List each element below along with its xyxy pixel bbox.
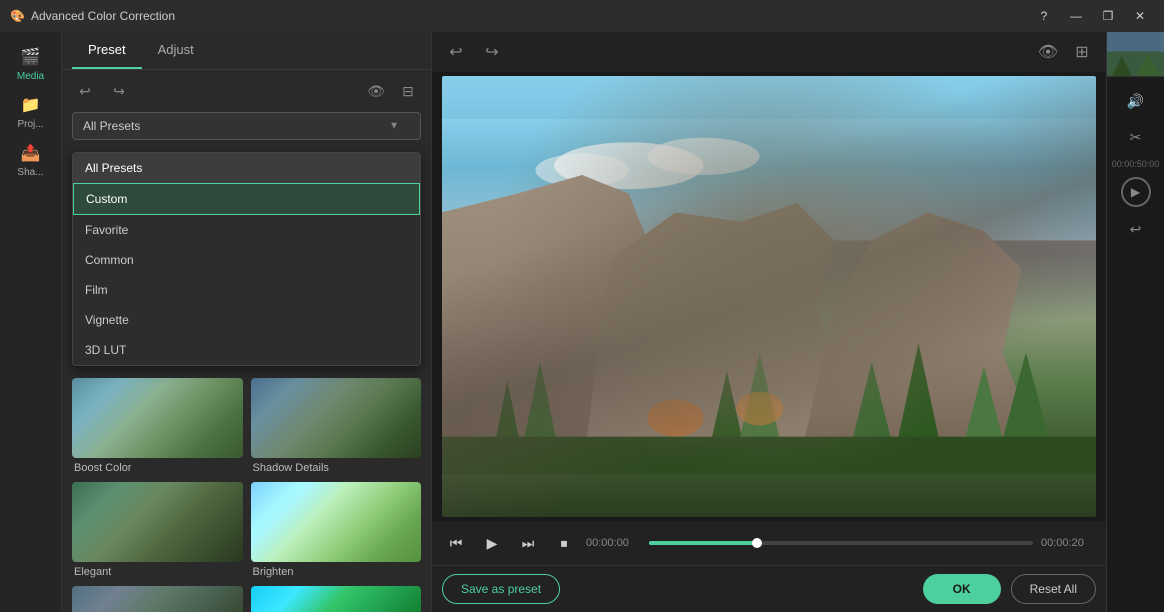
- preset-selector-area: All Presets ▼ All Presets Custom Favorit…: [62, 112, 431, 148]
- time-current: 00:00:00: [586, 537, 641, 549]
- media-icon: 🎬: [20, 46, 42, 68]
- tab-preset[interactable]: Preset: [72, 32, 142, 69]
- main-area: 🎬 Media 📁 Proj... 📤 Sha... Preset Adjust…: [0, 32, 1164, 612]
- action-bar-right: OK Reset All: [923, 574, 1096, 604]
- dropdown-option-3dlut[interactable]: 3D LUT: [73, 335, 420, 365]
- timeline-play-button[interactable]: ▶: [1121, 177, 1151, 207]
- preset-item-elegant[interactable]: Elegant: [72, 482, 243, 578]
- undo-button[interactable]: ↩: [72, 78, 98, 104]
- panel-tabs: Preset Adjust: [62, 32, 431, 70]
- progress-fill: [649, 541, 757, 545]
- video-toolbar-left: ↩ ↪: [442, 38, 506, 66]
- reset-all-button[interactable]: Reset All: [1011, 574, 1096, 604]
- action-bar: Save as preset OK Reset All: [432, 565, 1106, 612]
- dropdown-option-all-presets[interactable]: All Presets: [73, 153, 420, 183]
- video-toolbar: ↩ ↪ 👁 ⊞: [432, 32, 1106, 72]
- tab-adjust[interactable]: Adjust: [142, 32, 210, 69]
- preset-thumb-extra2: [251, 586, 422, 612]
- preset-item-extra2[interactable]: Vivid: [251, 586, 422, 612]
- sidebar-label-media: Media: [17, 71, 44, 82]
- sidebar-label-share: Sha...: [17, 167, 43, 178]
- preset-thumb-elegant: [72, 482, 243, 562]
- stop-button[interactable]: ⏹: [550, 529, 578, 557]
- ok-button[interactable]: OK: [923, 574, 1001, 604]
- timeline-cut-button[interactable]: ✂: [1122, 123, 1150, 151]
- dropdown-option-favorite[interactable]: Favorite: [73, 215, 420, 245]
- timeline-strip: 🔊 ✂ 00:00:50:00 ▶ ↩: [1106, 32, 1164, 612]
- project-icon: 📁: [20, 94, 42, 116]
- close-button[interactable]: ✕: [1126, 5, 1154, 27]
- preview-toggle-button[interactable]: 👁: [363, 78, 389, 104]
- preset-label-brighten: Brighten: [251, 566, 422, 578]
- preset-label-boost-color: Boost Color: [72, 462, 243, 474]
- dropdown-option-vignette[interactable]: Vignette: [73, 305, 420, 335]
- preset-label-elegant: Elegant: [72, 566, 243, 578]
- dropdown-menu: All Presets Custom Favorite Common Film …: [72, 152, 421, 366]
- title-bar-controls: ? — ❐ ✕: [1030, 5, 1154, 27]
- preset-item-brighten[interactable]: Brighten: [251, 482, 422, 578]
- title-bar-title: Advanced Color Correction: [31, 9, 175, 23]
- video-undo-button[interactable]: ↩: [442, 38, 470, 66]
- video-toolbar-right: 👁 ⊞: [1034, 38, 1096, 66]
- timeline-thumb-svg: [1107, 32, 1164, 76]
- help-button[interactable]: ?: [1030, 5, 1058, 27]
- timeline-time-label: 00:00:50:00: [1112, 159, 1160, 169]
- save-preset-button[interactable]: Save as preset: [442, 574, 560, 604]
- color-correction-panel: Preset Adjust ↩ ↪ 👁 ⊟ All Presets ▼: [62, 32, 432, 612]
- skip-forward-button[interactable]: ⏭: [514, 529, 542, 557]
- sidebar-item-media[interactable]: 🎬 Media: [0, 40, 61, 88]
- sidebar-label-project: Proj...: [17, 119, 43, 130]
- preset-thumb-extra1: [72, 586, 243, 612]
- timeline-rewind-button[interactable]: ↩: [1122, 215, 1150, 243]
- video-background: [442, 76, 1096, 517]
- preset-item-shadow-details[interactable]: Shadow Details: [251, 378, 422, 474]
- dropdown-option-common[interactable]: Common: [73, 245, 420, 275]
- timeline-thumbnail: [1107, 32, 1164, 77]
- playback-controls: ⏮ ▶ ⏭ ⏹ 00:00:00 00:00:20: [432, 521, 1106, 565]
- progress-bar[interactable]: [649, 541, 1033, 545]
- preset-thumb-shadow-details: [251, 378, 422, 458]
- time-total: 00:00:20: [1041, 537, 1096, 549]
- minimize-button[interactable]: —: [1062, 5, 1090, 27]
- sidebar-item-project[interactable]: 📁 Proj...: [0, 88, 61, 136]
- restore-button[interactable]: ❐: [1094, 5, 1122, 27]
- title-bar-icon: 🎨: [10, 9, 25, 23]
- preset-thumb-brighten: [251, 482, 422, 562]
- video-preview: [442, 76, 1096, 517]
- preset-label-shadow-details: Shadow Details: [251, 462, 422, 474]
- title-bar: 🎨 Advanced Color Correction ? — ❐ ✕: [0, 0, 1164, 32]
- dropdown-option-custom[interactable]: Custom: [73, 183, 420, 215]
- video-preview-button[interactable]: 👁: [1034, 38, 1062, 66]
- app-sidebar: 🎬 Media 📁 Proj... 📤 Sha...: [0, 32, 62, 612]
- timeline-volume-button[interactable]: 🔊: [1122, 87, 1150, 115]
- compare-button[interactable]: ⊟: [395, 78, 421, 104]
- play-pause-button[interactable]: ▶: [478, 529, 506, 557]
- panel-toolbar: ↩ ↪ 👁 ⊟: [62, 70, 431, 112]
- skip-back-button[interactable]: ⏮: [442, 529, 470, 557]
- preset-dropdown[interactable]: All Presets: [72, 112, 421, 140]
- toolbar-right: 👁 ⊟: [363, 78, 421, 104]
- timeline-controls: 🔊 ✂ 00:00:50:00 ▶ ↩: [1107, 77, 1164, 612]
- preset-thumb-boost-color: [72, 378, 243, 458]
- video-redo-button[interactable]: ↪: [478, 38, 506, 66]
- preset-grid: Boost Color Shadow Details Elegant Brigh…: [62, 368, 431, 612]
- title-bar-left: 🎨 Advanced Color Correction: [10, 9, 175, 23]
- progress-dot: [752, 538, 762, 548]
- share-icon: 📤: [20, 142, 42, 164]
- toolbar-left: ↩ ↪: [72, 78, 132, 104]
- sidebar-item-share[interactable]: 📤 Sha...: [0, 136, 61, 184]
- video-compare-button[interactable]: ⊞: [1068, 38, 1096, 66]
- preset-item-extra1[interactable]: Dramatic: [72, 586, 243, 612]
- video-area: ↩ ↪ 👁 ⊞: [432, 32, 1106, 612]
- redo-button[interactable]: ↪: [106, 78, 132, 104]
- preset-item-boost-color[interactable]: Boost Color: [72, 378, 243, 474]
- video-scene-svg: [442, 76, 1096, 517]
- dropdown-option-film[interactable]: Film: [73, 275, 420, 305]
